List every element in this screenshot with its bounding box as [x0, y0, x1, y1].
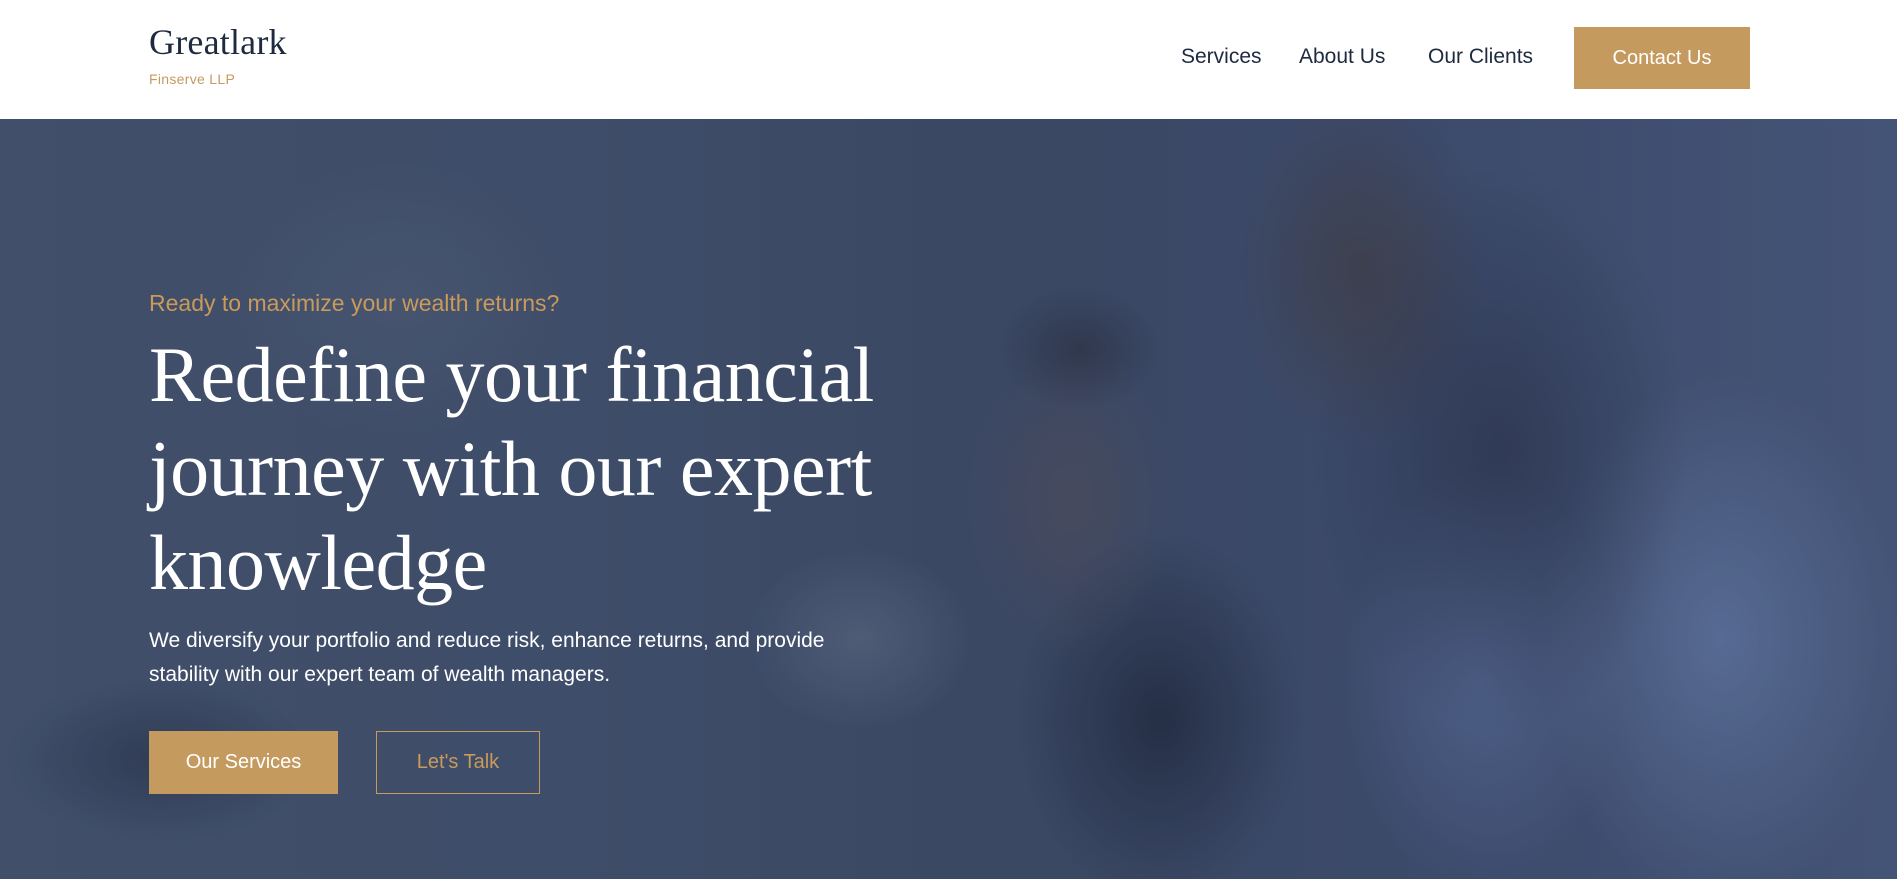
logo-subtitle: Finserve LLP [149, 71, 236, 87]
hero-subtext: We diversify your portfolio and reduce r… [149, 629, 825, 686]
logo[interactable]: Greatlark Finserve LLP [149, 22, 287, 87]
nav-link-about-us[interactable]: About Us [1299, 44, 1385, 70]
nav-link-our-clients[interactable]: Our Clients [1428, 44, 1533, 70]
hero-headline: Redefine your financial journey with our… [149, 331, 874, 606]
contact-us-button[interactable]: Contact Us [1574, 27, 1750, 89]
logo-name: Greatlark [149, 22, 287, 62]
lets-talk-button[interactable]: Let's Talk [376, 731, 540, 794]
site-header: Greatlark Finserve LLP Services About Us… [0, 0, 1897, 119]
nav-link-services[interactable]: Services [1181, 44, 1262, 70]
hero-eyebrow: Ready to maximize your wealth returns? [149, 290, 560, 316]
hero-section: Ready to maximize your wealth returns? R… [0, 119, 1897, 879]
our-services-button[interactable]: Our Services [149, 731, 338, 794]
